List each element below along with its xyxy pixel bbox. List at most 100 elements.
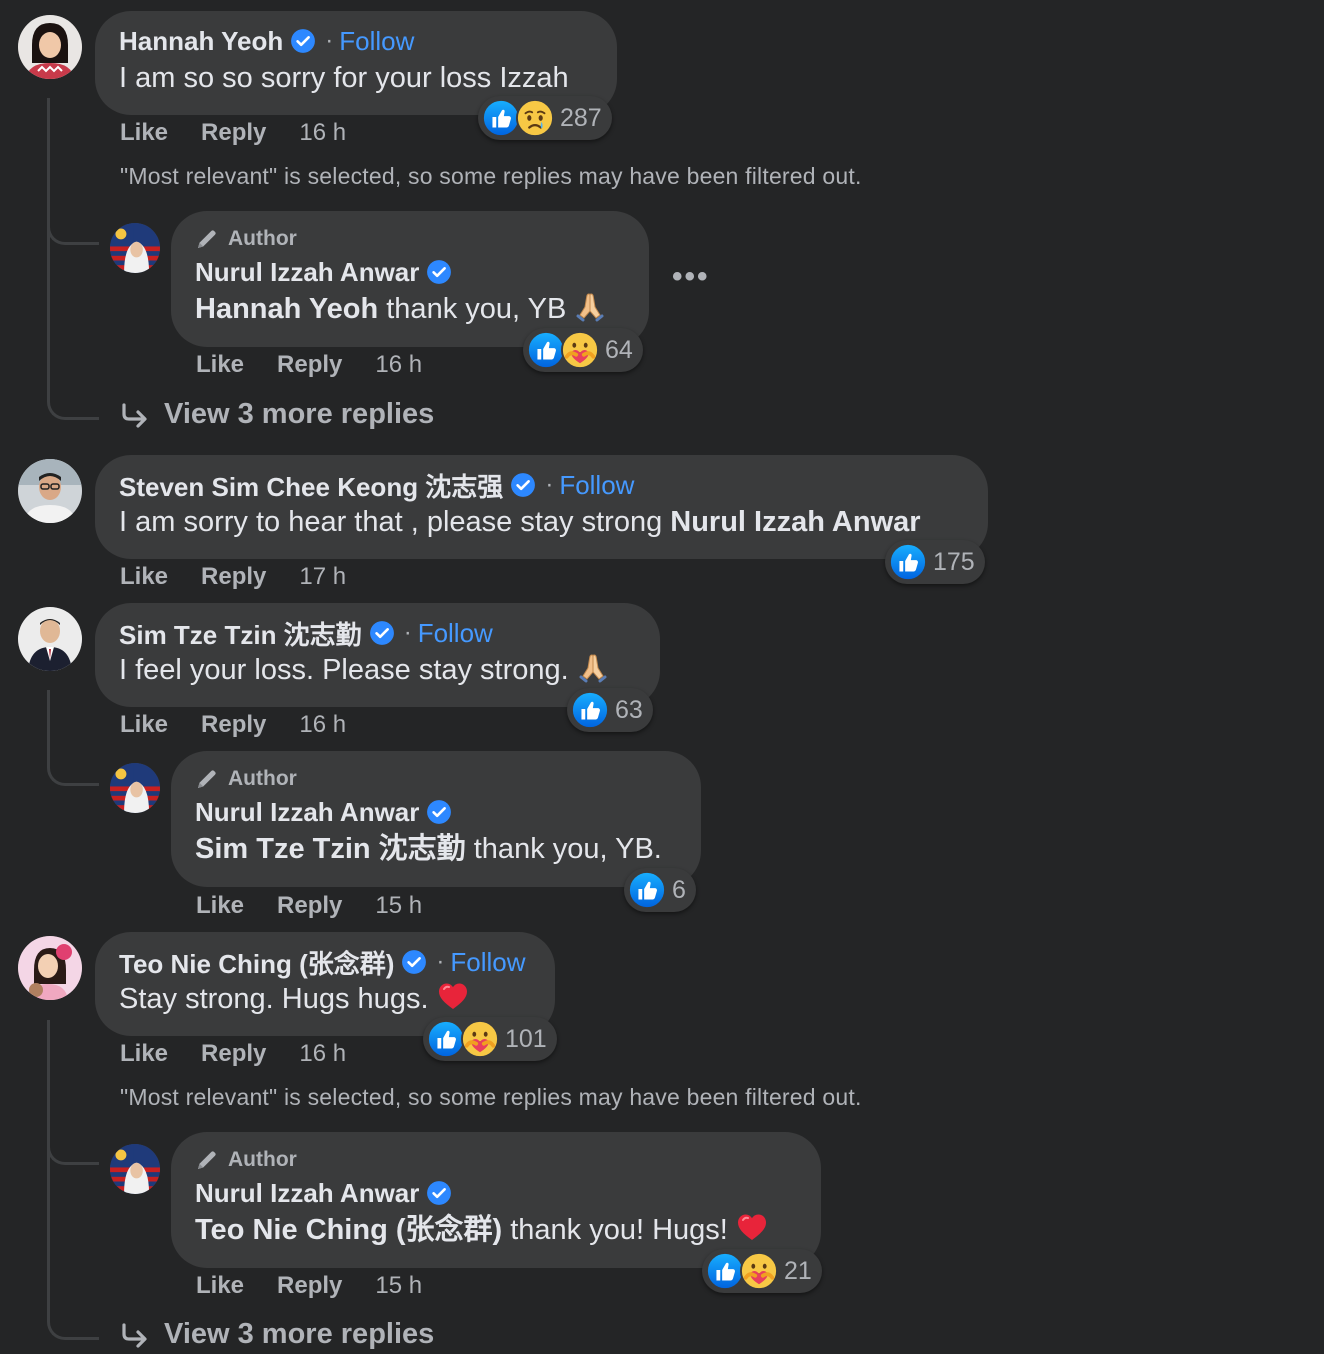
follow-button[interactable]: Follow	[418, 618, 493, 649]
comment-actions: Like Reply 17 h	[120, 563, 346, 591]
pen-icon	[195, 767, 219, 791]
filtered-notice: "Most relevant" is selected, so some rep…	[120, 1084, 862, 1110]
verified-badge-icon	[401, 949, 427, 975]
reaction-summary[interactable]: 21	[702, 1249, 822, 1293]
verified-badge-icon	[426, 799, 452, 825]
verified-badge-icon	[426, 1180, 452, 1206]
like-button[interactable]: Like	[196, 892, 244, 920]
reaction-count: 63	[615, 695, 643, 724]
separator: ·	[436, 948, 445, 975]
avatar[interactable]	[18, 15, 82, 79]
reaction-summary[interactable]: 64	[523, 328, 643, 372]
avatar[interactable]	[18, 936, 82, 1000]
reply-bubble: Author Nurul Izzah Anwar Hannah Yeoh tha…	[171, 211, 649, 347]
reaction-summary[interactable]: 63	[567, 688, 653, 732]
like-icon	[706, 1252, 744, 1290]
reaction-summary[interactable]: 6	[624, 868, 696, 912]
avatar[interactable]	[110, 1144, 160, 1194]
avatar[interactable]	[18, 459, 82, 523]
timestamp[interactable]: 15 h	[375, 1272, 422, 1300]
mention-link[interactable]: Nurul Izzah Anwar	[670, 506, 920, 538]
like-icon	[527, 331, 565, 369]
reaction-summary[interactable]: 101	[423, 1017, 557, 1061]
mention-link[interactable]: Hannah Yeoh	[195, 293, 378, 325]
avatar-image	[18, 936, 82, 1000]
like-button[interactable]: Like	[120, 563, 168, 591]
care-icon	[461, 1020, 499, 1058]
author-label: Author	[228, 767, 297, 790]
reply-actions: Like Reply 15 h	[196, 1272, 422, 1300]
timestamp[interactable]: 16 h	[299, 1040, 346, 1068]
timestamp[interactable]: 17 h	[299, 563, 346, 591]
view-more-replies-button[interactable]: View 3 more replies	[120, 1318, 434, 1351]
follow-button[interactable]: Follow	[339, 26, 414, 57]
pen-icon	[195, 227, 219, 251]
reply-bubble: Author Nurul Izzah Anwar Teo Nie Ching (…	[171, 1132, 821, 1268]
more-options-button[interactable]: •••	[672, 260, 710, 294]
author-badge: Author	[195, 224, 625, 254]
avatar-image	[18, 15, 82, 79]
reply-actions: Like Reply 16 h	[196, 351, 422, 379]
reply-text: Sim Tze Tzin 沈志勤 thank you, YB.	[195, 830, 677, 868]
comment-actions: Like Reply 16 h	[120, 1040, 346, 1068]
like-button[interactable]: Like	[120, 119, 168, 147]
comment-text: I am sorry to hear that , please stay st…	[119, 503, 964, 541]
follow-button[interactable]: Follow	[450, 947, 525, 978]
commenter-name[interactable]: Teo Nie Ching (张念群)	[119, 944, 394, 981]
reply-arrow-icon	[120, 400, 150, 430]
commenter-name[interactable]: Nurul Izzah Anwar	[195, 797, 419, 828]
comment-body: I feel your loss. Please stay strong.	[119, 654, 569, 686]
reply-button[interactable]: Reply	[201, 1040, 266, 1068]
commenter-name[interactable]: Sim Tze Tzin 沈志勤	[119, 615, 362, 652]
reaction-summary[interactable]: 175	[885, 540, 985, 584]
timestamp[interactable]: 15 h	[375, 892, 422, 920]
reaction-count: 287	[560, 103, 602, 132]
follow-button[interactable]: Follow	[559, 470, 634, 501]
timestamp[interactable]: 16 h	[299, 711, 346, 739]
reply-arrow-icon	[120, 1320, 150, 1350]
reaction-count: 64	[605, 335, 633, 364]
timestamp[interactable]: 16 h	[375, 351, 422, 379]
comment-actions: Like Reply 16 h	[120, 711, 346, 739]
verified-badge-icon	[426, 259, 452, 285]
like-button[interactable]: Like	[196, 1272, 244, 1300]
reaction-summary[interactable]: 287	[478, 96, 612, 140]
reply-button[interactable]: Reply	[201, 119, 266, 147]
commenter-name[interactable]: Hannah Yeoh	[119, 26, 283, 57]
like-button[interactable]: Like	[120, 1040, 168, 1068]
commenter-name[interactable]: Steven Sim Chee Keong 沈志强	[119, 467, 503, 504]
mention-link[interactable]: Sim Tze Tzin 沈志勤	[195, 833, 466, 865]
reply-button[interactable]: Reply	[277, 892, 342, 920]
like-icon	[889, 543, 927, 581]
timestamp[interactable]: 16 h	[299, 119, 346, 147]
heart-icon	[736, 1211, 768, 1243]
thread-connector	[47, 160, 99, 245]
reply-button[interactable]: Reply	[277, 351, 342, 379]
reaction-count: 175	[933, 547, 975, 576]
avatar[interactable]	[110, 223, 160, 273]
like-button[interactable]: Like	[120, 711, 168, 739]
verified-badge-icon	[290, 28, 316, 54]
view-more-label: View 3 more replies	[164, 1318, 435, 1350]
comment-header: Steven Sim Chee Keong 沈志强 · Follow	[119, 467, 964, 503]
reply-button[interactable]: Reply	[201, 711, 266, 739]
separator: ·	[403, 619, 412, 646]
reply-body: thank you, YB.	[473, 833, 662, 865]
reply-button[interactable]: Reply	[277, 1272, 342, 1300]
comment-body: Stay strong. Hugs hugs.	[119, 983, 429, 1015]
view-more-replies-button[interactable]: View 3 more replies	[120, 398, 434, 431]
like-button[interactable]: Like	[196, 351, 244, 379]
reply-button[interactable]: Reply	[201, 563, 266, 591]
like-icon	[571, 691, 609, 729]
care-icon	[740, 1252, 778, 1290]
avatar[interactable]	[18, 607, 82, 671]
commenter-name[interactable]: Nurul Izzah Anwar	[195, 257, 419, 288]
comment-bubble: Steven Sim Chee Keong 沈志强 · Follow I am …	[95, 455, 988, 559]
reaction-count: 6	[672, 875, 686, 904]
commenter-name[interactable]: Nurul Izzah Anwar	[195, 1178, 419, 1209]
heart-icon	[437, 980, 469, 1012]
avatar[interactable]	[110, 763, 160, 813]
separator: ·	[325, 27, 334, 54]
mention-link[interactable]: Teo Nie Ching (张念群)	[195, 1214, 502, 1246]
reply-header: Nurul Izzah Anwar	[195, 794, 677, 830]
